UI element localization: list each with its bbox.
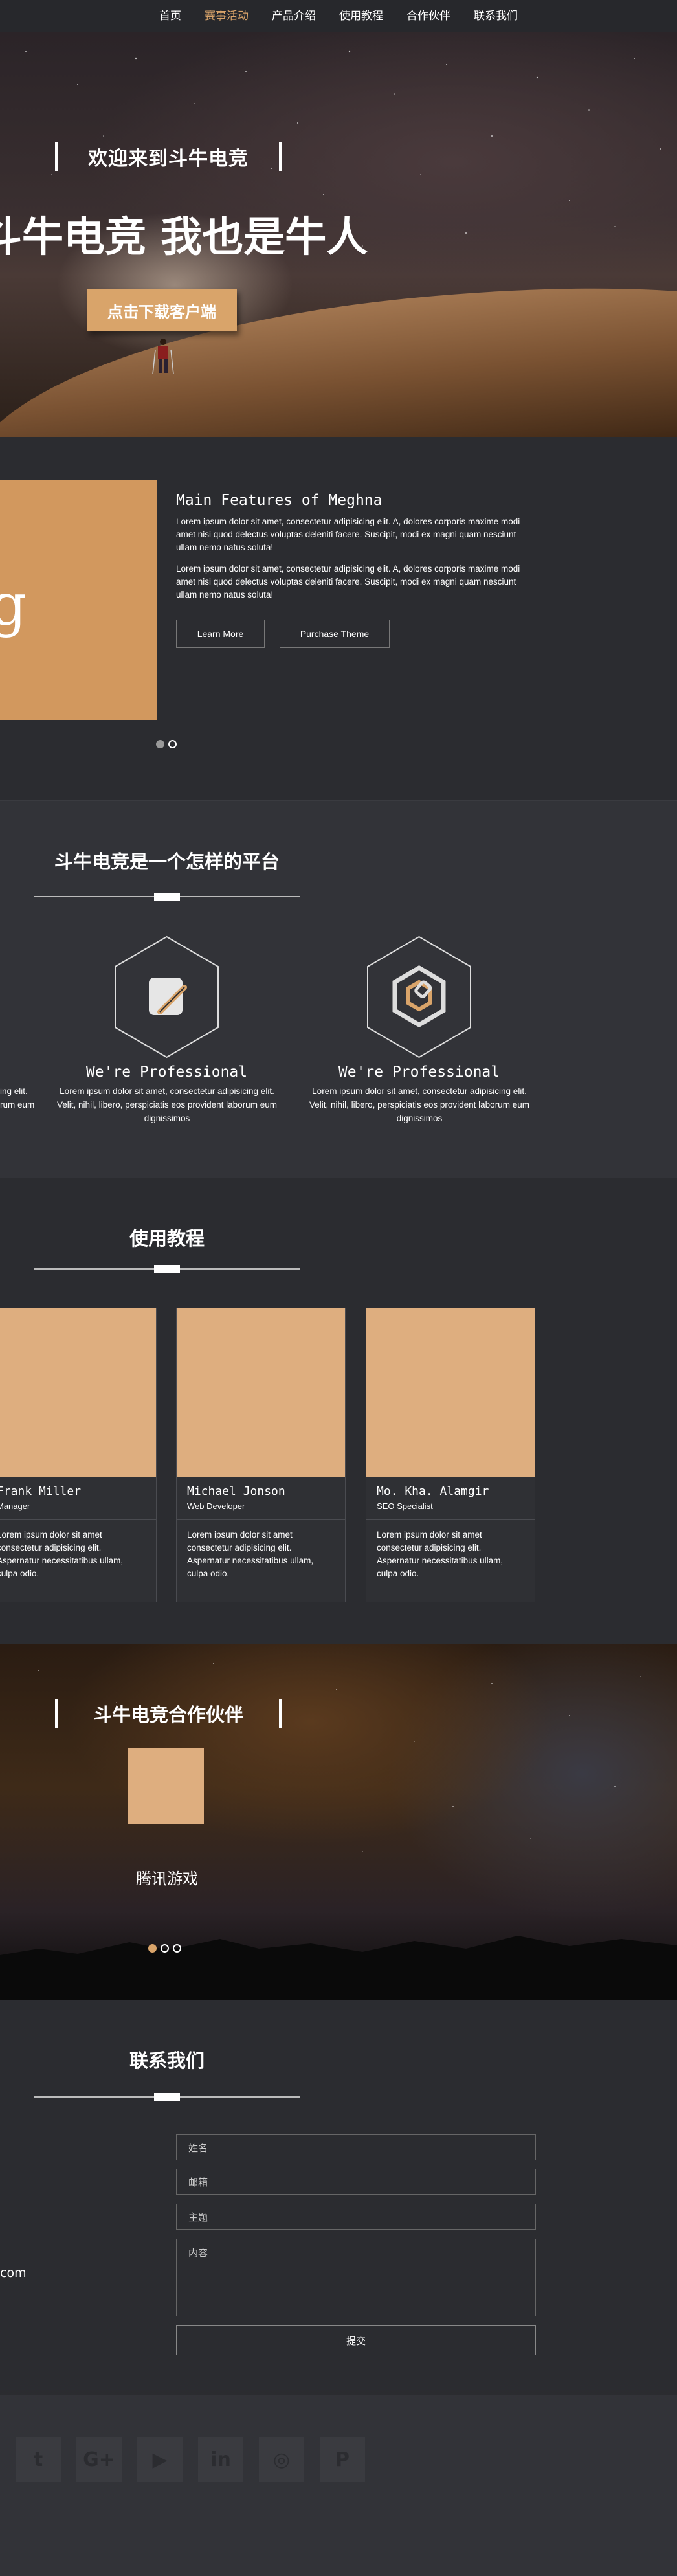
nav-item-partners[interactable]: 合作伙伴 bbox=[395, 0, 462, 32]
contact-title: 联系我们 bbox=[129, 2050, 205, 2072]
features-paragraph-2: Lorem ipsum dolor sit amet, consectetur … bbox=[176, 564, 520, 599]
partners-section: 斗牛电竞合作伙伴 腾讯游戏 bbox=[0, 1644, 677, 2000]
feature-image: g bbox=[0, 480, 157, 720]
download-client-button[interactable]: 点击下载客户端 bbox=[87, 289, 237, 331]
partner-dot-3[interactable] bbox=[173, 1944, 181, 1953]
team-member-name: Mo. Kha. Alamgir bbox=[377, 1484, 489, 1498]
features-title: Main Features of Meghna bbox=[176, 492, 383, 509]
platform-card-2-text: Lorem ipsum dolor sit amet, consectetur … bbox=[309, 1086, 529, 1123]
team-member-role: Web Developer bbox=[187, 1501, 245, 1511]
night-sky-background bbox=[0, 1663, 677, 2000]
team-card: Michael Jonson Web Developer Lorem ipsum… bbox=[176, 1308, 346, 1602]
platform-title: 斗牛电竞是一个怎样的平台 bbox=[54, 851, 280, 873]
slider-dot-1[interactable] bbox=[156, 740, 164, 748]
platform-section: 斗牛电竞是一个怎样的平台 ing elit. rum eum We're Pro… bbox=[0, 800, 677, 1178]
platform-card-1-text: Lorem ipsum dolor sit amet, consectetur … bbox=[57, 1086, 277, 1123]
welcome-frame: 欢迎来到斗牛电竞 bbox=[55, 142, 282, 171]
feature-image-letter: g bbox=[0, 571, 27, 639]
team-member-role: Manager bbox=[0, 1501, 30, 1511]
platform-left-fragment-1: ing elit. bbox=[0, 1086, 28, 1096]
platform-left-fragment-2: rum eum bbox=[0, 1100, 35, 1110]
partners-title: 斗牛电竞合作伙伴 bbox=[93, 1704, 243, 1726]
email-field[interactable]: 邮箱 bbox=[176, 2169, 536, 2195]
linkedin-icon[interactable]: in bbox=[198, 2437, 243, 2482]
team-member-bio: Lorem ipsum dolor sit amet consectetur a… bbox=[0, 1530, 124, 1578]
partner-logo[interactable] bbox=[128, 1748, 204, 1824]
submit-button[interactable]: 提交 bbox=[176, 2325, 536, 2355]
team-member-bio: Lorem ipsum dolor sit amet consectetur a… bbox=[187, 1530, 314, 1578]
tutorial-title-underline bbox=[34, 1265, 300, 1273]
hero-banner: 欢迎来到斗牛电竞 斗牛电竞 我也是牛人 点击下载客户端 bbox=[0, 32, 677, 437]
feature-slider-dots bbox=[156, 740, 177, 748]
features-section: g Main Features of Meghna Lorem ipsum do… bbox=[0, 437, 677, 800]
platform-card-2-title: We're Professional bbox=[338, 1064, 500, 1081]
name-field[interactable]: 姓名 bbox=[176, 2134, 536, 2160]
partner-slider-dots bbox=[148, 1944, 181, 1953]
nav-item-tutorial[interactable]: 使用教程 bbox=[327, 0, 395, 32]
footer: t G+ ▶ in ◎ P bbox=[0, 2395, 677, 2576]
team-member-photo bbox=[0, 1308, 156, 1477]
team-member-name: Frank Miller bbox=[0, 1484, 82, 1498]
slider-dot-2[interactable] bbox=[168, 740, 177, 748]
features-paragraph-1: Lorem ipsum dolor sit amet, consectetur … bbox=[176, 517, 520, 552]
partner-dot-2[interactable] bbox=[161, 1944, 169, 1953]
partners-title-frame: 斗牛电竞合作伙伴 bbox=[55, 1699, 282, 1728]
team-card: Mo. Kha. Alamgir SEO Specialist Lorem ip… bbox=[366, 1308, 535, 1602]
learn-more-button[interactable]: Learn More bbox=[176, 620, 265, 648]
platform-card-1-title: We're Professional bbox=[85, 1064, 248, 1081]
youtube-icon[interactable]: ▶ bbox=[137, 2437, 183, 2482]
subject-field[interactable]: 主题 bbox=[176, 2204, 536, 2230]
pinterest-icon[interactable]: P bbox=[320, 2437, 365, 2482]
dribbble-icon[interactable]: ◎ bbox=[259, 2437, 304, 2482]
google-plus-icon[interactable]: G+ bbox=[76, 2437, 122, 2482]
welcome-text: 欢迎来到斗牛电竞 bbox=[88, 148, 249, 170]
partner-dot-1[interactable] bbox=[148, 1944, 157, 1953]
team-member-photo bbox=[177, 1308, 345, 1477]
link-icon bbox=[367, 935, 471, 1058]
nav-item-home[interactable]: 首页 bbox=[148, 0, 193, 32]
team-card: Frank Miller Manager Lorem ipsum dolor s… bbox=[0, 1308, 157, 1602]
nav-item-products[interactable]: 产品介绍 bbox=[260, 0, 327, 32]
tutorial-title: 使用教程 bbox=[129, 1227, 205, 1249]
contact-email-fragment: com bbox=[0, 2266, 27, 2280]
tutorial-section: 使用教程 Frank Miller Manager Lorem ipsum do… bbox=[0, 1178, 677, 1644]
team-member-name: Michael Jonson bbox=[187, 1484, 285, 1498]
team-member-bio: Lorem ipsum dolor sit amet consectetur a… bbox=[377, 1530, 504, 1578]
platform-title-underline bbox=[34, 893, 300, 901]
edit-icon bbox=[115, 935, 219, 1058]
nav-item-events[interactable]: 赛事活动 bbox=[193, 0, 260, 32]
team-member-photo bbox=[366, 1308, 535, 1477]
contact-title-underline bbox=[34, 2093, 300, 2101]
hero-headline: 斗牛电竞 我也是牛人 bbox=[0, 214, 368, 262]
partner-name: 腾讯游戏 bbox=[136, 1870, 198, 1888]
purchase-theme-button[interactable]: Purchase Theme bbox=[280, 620, 390, 648]
team-member-role: SEO Specialist bbox=[377, 1501, 433, 1511]
nav-item-contact[interactable]: 联系我们 bbox=[462, 0, 529, 32]
hiker-figure bbox=[152, 339, 174, 375]
message-textarea[interactable]: 内容 bbox=[176, 2239, 536, 2316]
top-nav: 首页 赛事活动 产品介绍 使用教程 合作伙伴 联系我们 bbox=[0, 0, 677, 32]
twitter-icon[interactable]: t bbox=[16, 2437, 61, 2482]
contact-section: 联系我们 com 姓名 邮箱 主题 内容 提交 bbox=[0, 2000, 677, 2395]
